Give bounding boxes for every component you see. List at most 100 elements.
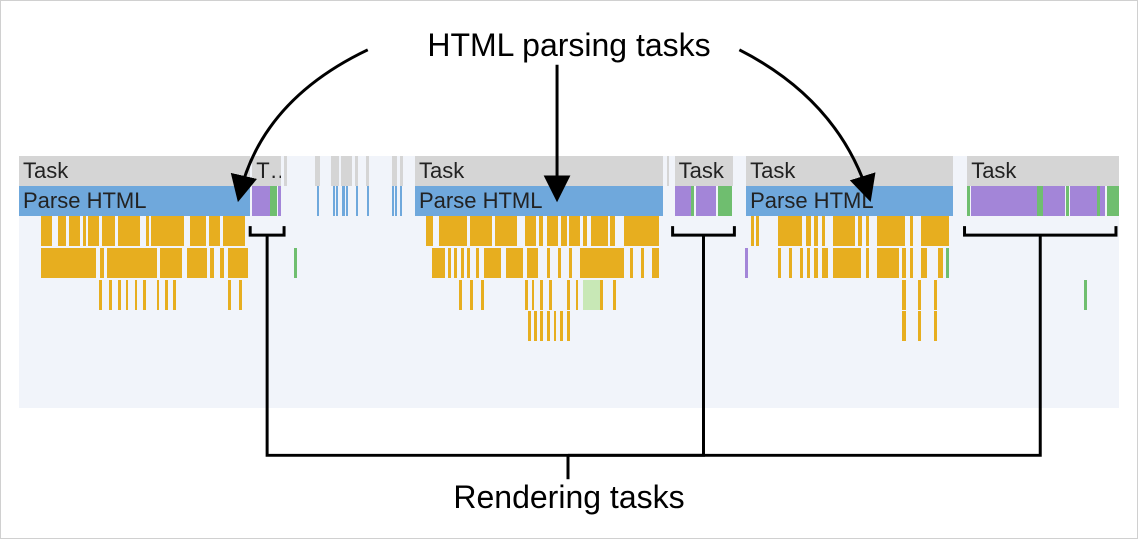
flame-block [83, 216, 86, 246]
flame-block [560, 311, 563, 341]
flame-row-1 [19, 216, 1119, 246]
flame-block [866, 248, 869, 278]
flame-block [210, 248, 213, 278]
flame-block [190, 216, 207, 246]
task-block [355, 156, 358, 186]
flame-block [223, 216, 245, 246]
flame-block [756, 216, 759, 246]
task-block [284, 156, 287, 186]
flame-block [470, 216, 492, 246]
flame-block [613, 280, 616, 310]
flame-block [41, 216, 52, 246]
parse-block [333, 186, 335, 216]
flame-block [561, 216, 567, 246]
flame-block [778, 216, 802, 246]
green-block [946, 248, 949, 278]
profiler-chart: TaskT…TaskTaskTaskTask Parse HTMLParse H… [19, 156, 1119, 408]
flame-block [118, 280, 121, 310]
flame-block [918, 311, 921, 341]
purple-block [1070, 186, 1098, 216]
flame-block [910, 248, 913, 278]
flame-block [569, 248, 572, 278]
flame-block [135, 280, 138, 310]
flame-block [461, 248, 464, 278]
flame-block [459, 280, 462, 310]
flame-block [476, 248, 479, 278]
task-block [667, 156, 669, 186]
flame-block [228, 280, 231, 310]
task-block: T… [252, 156, 281, 186]
flame-block [814, 216, 817, 246]
parse-block [400, 186, 402, 216]
task-block [341, 156, 352, 186]
flame-block [822, 216, 825, 246]
flame-block [807, 248, 810, 278]
flame-block [751, 216, 754, 246]
flame-block [160, 248, 182, 278]
flame-block [99, 280, 102, 310]
flame-block [100, 248, 103, 278]
flame-block [454, 248, 457, 278]
flame-block [902, 248, 905, 278]
parse-block: Parse HTML [415, 186, 663, 216]
green-block [294, 248, 297, 278]
flame-block [591, 216, 608, 246]
flame-block [918, 280, 921, 310]
purple-block [1100, 186, 1104, 216]
flame-block [228, 248, 248, 278]
flame-row-4 [19, 311, 1119, 341]
flame-block [439, 216, 467, 246]
flame-block [921, 248, 927, 278]
task-block [315, 156, 321, 186]
flame-block [600, 280, 603, 310]
flame-block [576, 280, 579, 310]
flame-block [547, 248, 550, 278]
task-block [400, 156, 403, 186]
flame-block [921, 216, 949, 246]
flame-block [527, 248, 538, 278]
flame-block [624, 216, 659, 246]
flame-block [877, 248, 899, 278]
flame-block [539, 216, 542, 246]
flame-block [540, 311, 543, 341]
flame-block [484, 248, 501, 278]
flame-block [173, 280, 176, 310]
green-block [691, 186, 694, 216]
purple-block [278, 186, 281, 216]
flame-block [800, 248, 803, 278]
flame-block [209, 216, 220, 246]
flame-block [910, 216, 913, 246]
flame-block [580, 248, 624, 278]
flame-block [814, 248, 817, 278]
parse-block [342, 186, 344, 216]
flame-block [165, 280, 168, 310]
flame-block [534, 311, 537, 341]
task-row: TaskT…TaskTaskTaskTask [19, 156, 1119, 186]
purple-block [675, 186, 692, 216]
flame-block [69, 216, 80, 246]
flame-block [432, 248, 445, 278]
flame-block [525, 280, 528, 310]
flame-block [143, 280, 146, 310]
flame-block [525, 216, 536, 246]
purple-block [252, 186, 270, 216]
flame-block [554, 311, 557, 341]
parse-block [356, 186, 358, 216]
flame-block [107, 248, 157, 278]
annotation-top: HTML parsing tasks [427, 29, 710, 61]
flame-block [146, 216, 149, 246]
task-block [331, 156, 339, 186]
purple-block [696, 186, 714, 216]
green-block [1037, 186, 1044, 216]
task-block [366, 156, 369, 186]
purple-block [713, 186, 716, 216]
flame-block [151, 216, 184, 246]
flame-block [495, 216, 517, 246]
flame-block [506, 248, 523, 278]
task-block [392, 156, 398, 186]
parse-row: Parse HTMLParse HTMLParse HTML [19, 186, 1119, 216]
purple-block [1043, 186, 1065, 216]
task-block: Task [746, 156, 953, 186]
flame-block [778, 248, 781, 278]
flame-block [239, 280, 242, 310]
